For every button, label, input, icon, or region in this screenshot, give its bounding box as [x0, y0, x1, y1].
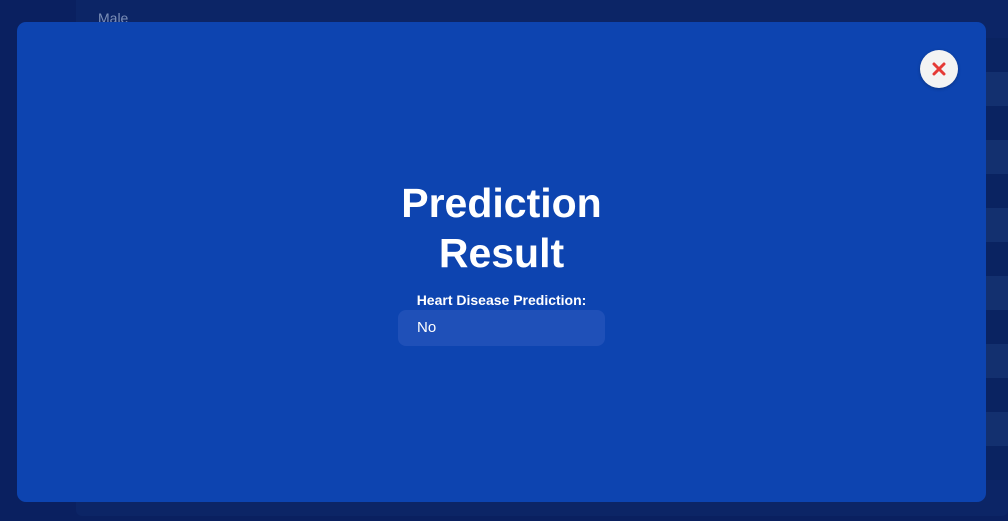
close-button[interactable]: [920, 50, 958, 88]
modal-title-line2: Result: [438, 230, 565, 276]
result-value: No: [398, 310, 605, 346]
modal-title-line1: Prediction: [401, 180, 602, 226]
modal-title: Prediction Result: [17, 178, 986, 278]
close-icon: [932, 62, 946, 76]
result-label: Heart Disease Prediction:: [416, 292, 587, 308]
prediction-result-modal: Prediction Result Heart Disease Predicti…: [17, 22, 986, 502]
